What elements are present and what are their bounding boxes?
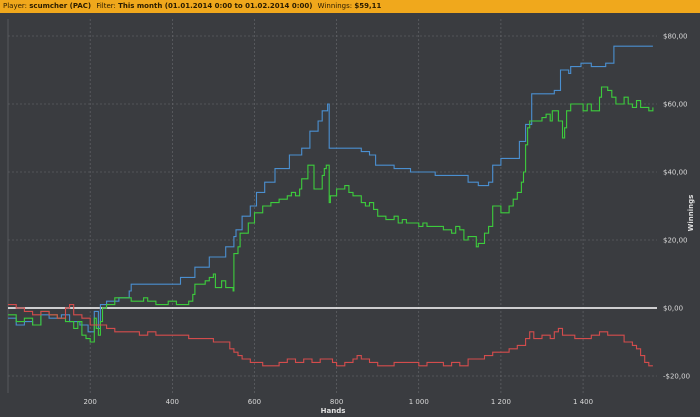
y-tick-label: $60,00 bbox=[663, 101, 688, 109]
player-label: Player: bbox=[3, 2, 28, 10]
x-tick-label: 400 bbox=[166, 398, 179, 406]
winnings-label: Winnings: bbox=[317, 2, 353, 10]
x-tick-label: 1 000 bbox=[409, 398, 429, 406]
y-tick-label: $0,00 bbox=[663, 305, 683, 313]
y-axis-label: Winnings bbox=[687, 195, 695, 232]
x-tick-label: 1 200 bbox=[491, 398, 511, 406]
filter-label: Filter: bbox=[96, 2, 116, 10]
winnings-value: $59,11 bbox=[354, 2, 382, 10]
x-tick-label: 600 bbox=[248, 398, 261, 406]
x-tick-label: 1 400 bbox=[573, 398, 593, 406]
y-tick-label: $20,00 bbox=[663, 237, 688, 245]
chart-header: Player: scumcher (PAC) Filter: This mont… bbox=[0, 0, 700, 13]
x-axis-label: Hands bbox=[321, 407, 346, 415]
y-tick-label: $80,00 bbox=[663, 33, 688, 41]
x-tick-label: 800 bbox=[330, 398, 343, 406]
winnings-chart: 200 400 600 800 1 000 1 200 1 400 -$20,00 $0,00… bbox=[0, 13, 700, 417]
x-tick-label: 200 bbox=[83, 398, 96, 406]
filter-value: This month (01.01.2014 0:00 to 01.02.201… bbox=[118, 2, 313, 10]
y-tick-label: -$20,00 bbox=[663, 373, 690, 381]
chart-background bbox=[0, 13, 700, 417]
player-name: scumcher (PAC) bbox=[29, 2, 92, 10]
y-tick-label: $40,00 bbox=[663, 169, 688, 177]
